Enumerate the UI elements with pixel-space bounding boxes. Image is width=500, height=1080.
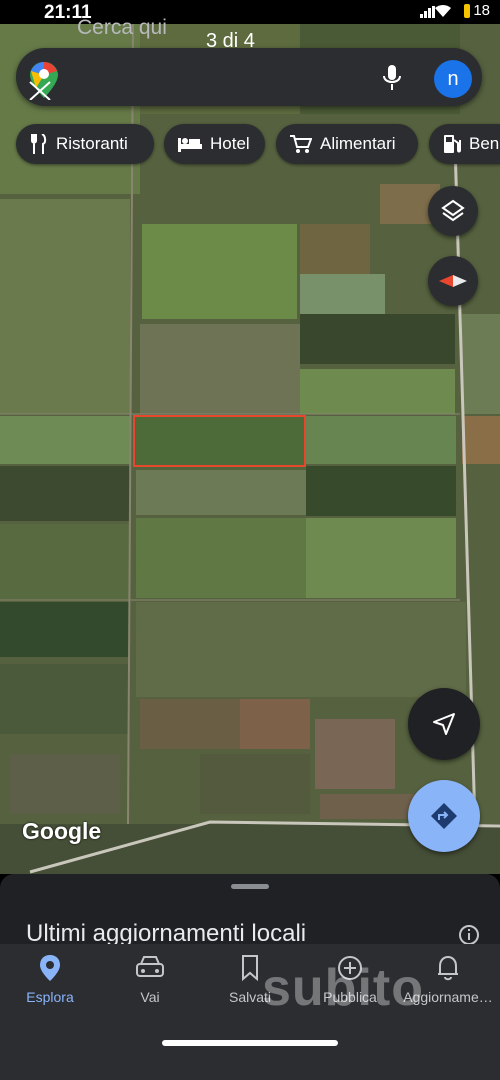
directions-button[interactable]: [408, 780, 480, 852]
nav-item-vai[interactable]: Vai: [100, 954, 200, 1005]
battery-level: 18: [473, 2, 490, 19]
fuel-icon: [444, 135, 461, 153]
chip-label: Alimentari: [320, 134, 396, 153]
chip-label: Hotel: [210, 134, 250, 153]
compass-button[interactable]: [428, 256, 478, 306]
search-input[interactable]: Cerca qui: [77, 16, 167, 40]
account-avatar[interactable]: n: [434, 60, 472, 98]
directions-icon: [431, 803, 457, 829]
subito-watermark: subito: [262, 959, 424, 1017]
car-icon: [136, 956, 164, 977]
bookmark-icon: [242, 955, 258, 982]
chip-benzina[interactable]: Ben: [429, 124, 500, 164]
search-bar[interactable]: [16, 48, 482, 106]
wifi-icon: [435, 4, 451, 17]
compass-icon: [439, 275, 467, 287]
layers-button[interactable]: [428, 186, 478, 236]
cart-icon: [290, 135, 312, 153]
info-icon[interactable]: [458, 924, 480, 946]
chip-label: Ben: [469, 134, 500, 153]
battery-indicator: 18: [464, 2, 490, 19]
home-indicator[interactable]: [162, 1040, 338, 1046]
sheet-drag-handle[interactable]: [231, 884, 269, 889]
fork-knife-icon: [31, 134, 47, 154]
microphone-icon[interactable]: [382, 64, 402, 92]
battery-icon: [464, 3, 471, 18]
chip-label: Ristoranti: [56, 134, 128, 153]
layers-icon: [441, 199, 465, 222]
bell-icon: [438, 955, 458, 981]
chip-alimentari[interactable]: Alimentari: [276, 124, 418, 164]
nav-label: Esplora: [26, 989, 74, 1005]
chip-ristoranti[interactable]: Ristoranti: [16, 124, 154, 164]
nav-label: Vai: [140, 989, 160, 1005]
result-counter: 3 di 4: [206, 30, 255, 52]
chip-hotel[interactable]: Hotel: [164, 124, 265, 164]
navigation-arrow-icon: [433, 713, 455, 735]
my-location-button[interactable]: [408, 688, 480, 760]
nav-item-esplora[interactable]: Esplora: [0, 954, 100, 1005]
bed-icon: [178, 138, 202, 152]
maps-logo-icon: [29, 62, 58, 100]
pin-icon: [40, 955, 60, 981]
google-attribution: Google: [22, 818, 102, 844]
